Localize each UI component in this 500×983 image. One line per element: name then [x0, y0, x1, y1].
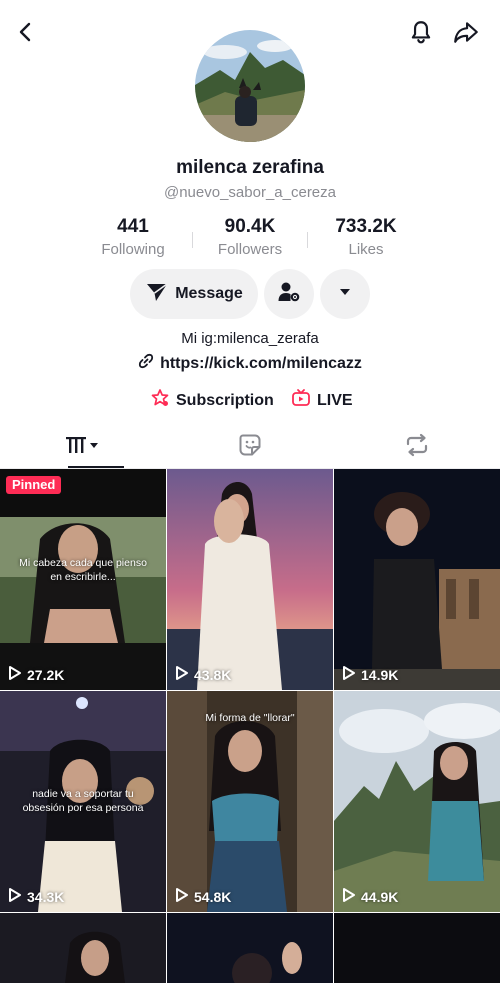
profile-bio: Mi ig:milenca_zerafa: [181, 330, 319, 347]
tab-reposts[interactable]: [334, 427, 500, 468]
subscription-icon: [150, 388, 170, 413]
link-icon: [138, 353, 154, 374]
view-count: 43.8K: [175, 665, 231, 684]
video-grid-icon: [63, 434, 103, 461]
share-icon[interactable]: [448, 14, 484, 50]
profile-link[interactable]: https://kick.com/milencazz: [0, 353, 500, 374]
active-tab-indicator: [68, 466, 124, 468]
bell-icon[interactable]: [403, 14, 439, 50]
subscription-label: Subscription: [176, 391, 274, 409]
following-stat[interactable]: 441 Following: [78, 216, 188, 258]
profile-handle: @nuevo_sabor_a_cereza: [163, 184, 336, 201]
video-tile[interactable]: 44.9K: [334, 691, 500, 912]
view-count-text: 44.9K: [361, 888, 399, 905]
view-count: 14.9K: [342, 665, 398, 684]
tab-liked[interactable]: [167, 427, 333, 468]
repost-icon: [404, 433, 430, 462]
live-button[interactable]: LIVE: [291, 388, 353, 413]
following-label: Following: [101, 241, 165, 258]
stat-divider: [307, 232, 308, 248]
view-count-text: 43.8K: [194, 666, 232, 683]
video-tile[interactable]: Pinned Mi cabeza cada que pienso en escr…: [0, 469, 166, 690]
view-count: 54.8K: [175, 887, 231, 906]
profile-stats: 441 Following 90.4K Followers 733.2K Lik…: [0, 216, 500, 260]
view-count: 27.2K: [8, 665, 64, 684]
caret-down-icon: [337, 285, 353, 303]
tab-videos[interactable]: [0, 427, 166, 468]
video-tile[interactable]: [334, 913, 500, 983]
play-icon: [8, 887, 22, 906]
video-tile[interactable]: 43.8K: [167, 469, 333, 690]
likes-count: 733.2K: [335, 216, 397, 237]
likes-stat[interactable]: 733.2K Likes: [311, 216, 421, 258]
more-button[interactable]: [320, 269, 370, 319]
view-count-text: 14.9K: [361, 666, 399, 683]
play-icon: [175, 665, 189, 684]
play-icon: [175, 887, 189, 906]
back-arrow-icon[interactable]: [8, 14, 44, 50]
video-tile[interactable]: Mi forma de "llorar" 54.8K: [167, 691, 333, 912]
profile-extras: Subscription LIVE: [0, 388, 500, 412]
profile-actions: Message: [0, 269, 500, 319]
link-text: https://kick.com/milencazz: [160, 354, 362, 372]
play-icon: [342, 665, 356, 684]
pinned-badge: Pinned: [6, 476, 62, 494]
video-tile[interactable]: nadie va a soportar tu obsesión por esa …: [0, 691, 166, 912]
send-icon: [145, 281, 169, 308]
following-count: 441: [117, 216, 149, 237]
video-tile[interactable]: 14.9K: [334, 469, 500, 690]
video-tile[interactable]: [167, 913, 333, 983]
view-count-text: 34.3K: [27, 888, 65, 905]
video-caption: nadie va a soportar tu obsesión por esa …: [22, 788, 144, 814]
avatar[interactable]: [195, 30, 305, 142]
stat-divider: [192, 232, 193, 248]
video-caption: Mi cabeza cada que pienso en escribirle.…: [19, 557, 147, 583]
friend-settings-button[interactable]: [264, 269, 314, 319]
view-count: 34.3K: [8, 887, 64, 906]
live-label: LIVE: [317, 391, 353, 409]
view-count-text: 27.2K: [27, 666, 65, 683]
live-tv-icon: [291, 388, 311, 413]
followers-label: Followers: [217, 241, 283, 258]
message-label: Message: [175, 285, 243, 302]
followers-stat[interactable]: 90.4K Followers: [195, 216, 305, 258]
profile-name: milenca zerafina: [176, 157, 324, 178]
person-settings-icon: [277, 280, 301, 309]
play-icon: [8, 665, 22, 684]
view-count-text: 54.8K: [194, 888, 232, 905]
subscription-button[interactable]: Subscription: [150, 388, 274, 413]
liked-sticker-icon: [238, 433, 262, 462]
video-caption: Mi forma de "llorar": [205, 712, 295, 724]
view-count: 44.9K: [342, 887, 398, 906]
likes-label: Likes: [348, 241, 384, 258]
profile-tabs: [0, 427, 500, 469]
message-button[interactable]: Message: [130, 269, 258, 319]
play-icon: [342, 887, 356, 906]
followers-count: 90.4K: [224, 216, 276, 237]
video-tile[interactable]: [0, 913, 166, 983]
